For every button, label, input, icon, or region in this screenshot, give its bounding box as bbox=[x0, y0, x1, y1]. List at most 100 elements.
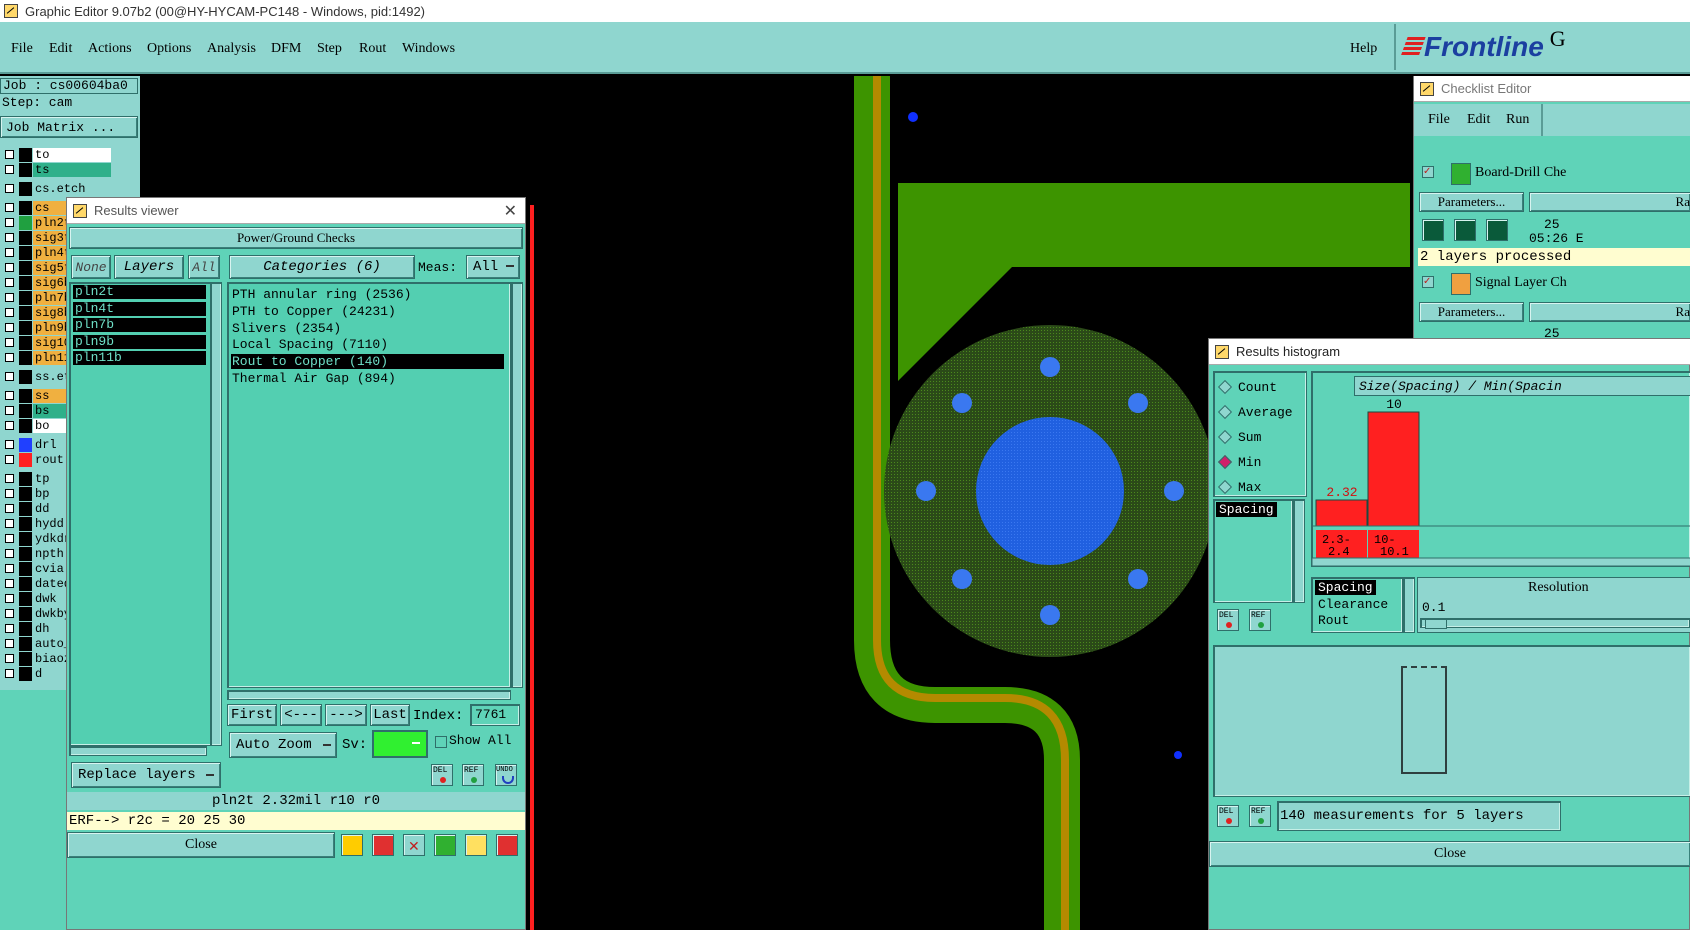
type-item[interactable]: Clearance bbox=[1315, 597, 1391, 612]
layer-checkbox[interactable] bbox=[5, 474, 14, 483]
chart-hscrollbar[interactable] bbox=[1312, 557, 1690, 567]
measure-item-selected[interactable]: Spacing bbox=[1216, 502, 1277, 517]
cross-out-icon[interactable]: ✕ bbox=[403, 834, 425, 856]
layer-name[interactable]: cs bbox=[33, 201, 69, 215]
categories-hscrollbar[interactable] bbox=[227, 690, 511, 700]
layer-name[interactable]: ts bbox=[33, 163, 111, 177]
layer-checkbox[interactable] bbox=[5, 654, 14, 663]
hist-del-button[interactable]: DEL bbox=[1217, 805, 1239, 827]
layer-checkbox[interactable] bbox=[5, 639, 14, 648]
layer-checkbox[interactable] bbox=[5, 150, 14, 159]
layer-name[interactable]: sig6b bbox=[33, 276, 69, 290]
measure-scrollbar[interactable] bbox=[1293, 499, 1305, 603]
stat-option-sum[interactable]: Sum bbox=[1217, 428, 1261, 446]
layer-name[interactable]: cvia bbox=[33, 562, 69, 576]
layer-checkbox[interactable] bbox=[5, 534, 14, 543]
measure-list[interactable]: Spacing bbox=[1213, 499, 1293, 603]
layer-checkbox[interactable] bbox=[5, 218, 14, 227]
sv-color-select[interactable] bbox=[372, 730, 428, 758]
layer-checkbox[interactable] bbox=[5, 406, 14, 415]
layer-checkbox[interactable] bbox=[5, 293, 14, 302]
type-item[interactable]: Spacing bbox=[1315, 580, 1376, 595]
layer-name[interactable]: npth bbox=[33, 547, 69, 561]
layer-checkbox[interactable] bbox=[5, 203, 14, 212]
layer-checkbox[interactable] bbox=[5, 338, 14, 347]
layer-checkbox[interactable] bbox=[5, 421, 14, 430]
layer-checkbox[interactable] bbox=[5, 519, 14, 528]
layer-checkbox[interactable] bbox=[5, 308, 14, 317]
type-scrollbar[interactable] bbox=[1403, 577, 1415, 633]
histogram-bar[interactable] bbox=[1315, 499, 1368, 527]
notes-icon[interactable] bbox=[465, 834, 487, 856]
first-button[interactable]: First bbox=[227, 704, 277, 726]
stat-option-average[interactable]: Average bbox=[1217, 403, 1293, 421]
layer-name[interactable]: dwkby bbox=[33, 607, 69, 621]
checklist-menu-run[interactable]: Run bbox=[1506, 112, 1529, 128]
layer-name[interactable]: sig8b bbox=[33, 306, 69, 320]
layer-row[interactable]: to bbox=[0, 148, 140, 163]
layer-name[interactable]: drl bbox=[33, 438, 69, 452]
category-item[interactable]: PTH to Copper (24231) bbox=[231, 304, 504, 319]
layers-hscrollbar[interactable] bbox=[69, 746, 207, 756]
layer-checkbox[interactable] bbox=[5, 391, 14, 400]
ref-button[interactable]: REF bbox=[462, 764, 484, 786]
result-layer-item[interactable]: pln7b bbox=[73, 318, 206, 332]
layer-name[interactable]: ydkdr bbox=[33, 532, 69, 546]
step-count-icon[interactable] bbox=[434, 834, 456, 856]
layer-name[interactable]: rout bbox=[33, 453, 69, 467]
layer-name[interactable]: pln2t bbox=[33, 216, 69, 230]
layer-name[interactable]: dd bbox=[33, 502, 69, 516]
item2-checkbox[interactable]: ✓ bbox=[1422, 276, 1434, 288]
histogram-bar[interactable] bbox=[1367, 411, 1420, 527]
result-layer-item[interactable]: pln2t bbox=[73, 285, 206, 299]
close-button[interactable]: Close bbox=[67, 832, 335, 858]
layer-name[interactable]: biaoz bbox=[33, 652, 69, 666]
menu-windows[interactable]: Windows bbox=[402, 30, 455, 68]
run-icon-1[interactable] bbox=[1422, 219, 1444, 241]
layer-checkbox[interactable] bbox=[5, 489, 14, 498]
item1-ra-button[interactable]: Ra bbox=[1529, 192, 1690, 212]
del-button[interactable]: DEL bbox=[431, 764, 453, 786]
menu-options[interactable]: Options bbox=[147, 30, 191, 68]
hist-ref-button[interactable]: REF bbox=[1249, 805, 1271, 827]
run-icon-2[interactable] bbox=[1454, 219, 1476, 241]
hist-del-top-button[interactable]: DEL bbox=[1217, 609, 1239, 631]
layer-name[interactable]: dwk bbox=[33, 592, 69, 606]
layers-button[interactable]: Layers bbox=[114, 255, 184, 279]
categories-button[interactable]: Categories (6) bbox=[229, 255, 415, 279]
layer-name[interactable]: cs.etch bbox=[33, 182, 111, 196]
layer-checkbox[interactable] bbox=[5, 248, 14, 257]
layer-name[interactable]: tp bbox=[33, 472, 69, 486]
layer-checkbox[interactable] bbox=[5, 594, 14, 603]
result-layer-item[interactable]: pln9b bbox=[73, 334, 206, 349]
layers-list[interactable]: pln2t pln4t pln7b pln9b pln11b bbox=[69, 282, 221, 746]
stat-option-count[interactable]: Count bbox=[1217, 378, 1277, 396]
layer-name[interactable]: auto_ bbox=[33, 637, 69, 651]
layer-name[interactable]: bp bbox=[33, 487, 69, 501]
undo-button[interactable]: UNDO bbox=[495, 764, 517, 786]
layer-name[interactable]: pln7b bbox=[33, 291, 69, 305]
menu-step[interactable]: Step bbox=[317, 30, 342, 68]
layer-checkbox[interactable] bbox=[5, 440, 14, 449]
type-list[interactable]: Spacing Clearance Rout bbox=[1311, 577, 1403, 633]
meas-select[interactable]: All bbox=[466, 255, 520, 279]
layer-row[interactable]: cs.etch bbox=[0, 182, 140, 197]
layer-checkbox[interactable] bbox=[5, 263, 14, 272]
layer-checkbox[interactable] bbox=[5, 549, 14, 558]
menu-help[interactable]: Help bbox=[1350, 30, 1377, 68]
measure-icon[interactable] bbox=[341, 834, 363, 856]
layer-name[interactable]: sig10b bbox=[33, 336, 69, 350]
item2-ra-button[interactable]: Ra bbox=[1529, 302, 1690, 322]
result-layer-item[interactable]: pln11b bbox=[73, 351, 206, 365]
index-input[interactable]: 7761 bbox=[470, 704, 520, 726]
layer-name[interactable]: pln9b bbox=[33, 321, 69, 335]
checklist-menu-file[interactable]: File bbox=[1428, 112, 1450, 128]
layer-row[interactable]: ts bbox=[0, 163, 140, 178]
checklist-menu-edit[interactable]: Edit bbox=[1467, 112, 1490, 128]
layer-checkbox[interactable] bbox=[5, 323, 14, 332]
layer-name[interactable]: dh bbox=[33, 622, 69, 636]
close-icon[interactable]: ✕ bbox=[504, 201, 517, 221]
layer-name[interactable]: bo bbox=[33, 419, 69, 433]
layer-name[interactable]: ss bbox=[33, 389, 69, 403]
layer-name[interactable]: sig3t bbox=[33, 231, 69, 245]
